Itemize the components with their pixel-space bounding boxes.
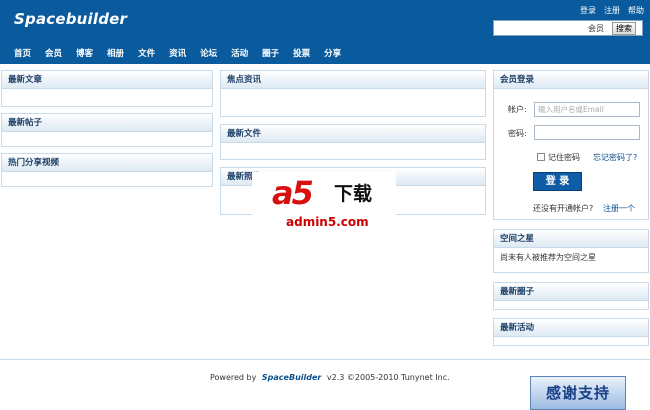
nav-album[interactable]: 相册 bbox=[107, 47, 124, 59]
search-scope-select[interactable]: 会员 bbox=[580, 23, 612, 34]
space-star-empty-text: 尚未有人被推荐为空间之星 bbox=[500, 253, 596, 262]
search-button[interactable]: 搜索 bbox=[612, 21, 636, 35]
nav-share[interactable]: 分享 bbox=[324, 47, 341, 59]
nav-groups[interactable]: 圈子 bbox=[262, 47, 279, 59]
thanks-banner[interactable]: 感谢支持 bbox=[530, 376, 626, 410]
watermark-logo: a5 bbox=[272, 174, 314, 212]
remember-checkbox[interactable] bbox=[537, 153, 545, 161]
top-links: 登录 注册 帮助 bbox=[580, 5, 644, 16]
nav-blog[interactable]: 博客 bbox=[76, 47, 93, 59]
panel-latest-posts: 最新帖子 bbox=[1, 113, 213, 147]
panel-title: 空间之星 bbox=[494, 230, 648, 248]
panel-title: 热门分享视频 bbox=[2, 154, 212, 172]
site-logo[interactable]: Spacebuilder bbox=[14, 10, 127, 28]
password-label: 密码: bbox=[508, 129, 527, 138]
watermark-url: admin5.com bbox=[286, 215, 369, 229]
panel-title: 最新帖子 bbox=[2, 114, 212, 132]
nav-files[interactable]: 文件 bbox=[138, 47, 155, 59]
nav-members[interactable]: 会员 bbox=[45, 47, 62, 59]
footer: Powered by SpaceBuilder v2.3 ©2005-2010 … bbox=[210, 373, 450, 382]
panel-latest-articles: 最新文章 bbox=[1, 70, 213, 107]
panel-space-star: 空间之星 尚未有人被推荐为空间之星 bbox=[493, 229, 649, 273]
footer-powered-by: Powered by bbox=[210, 373, 257, 382]
password-input[interactable] bbox=[534, 125, 640, 140]
no-account-text: 还没有开通帐户? bbox=[533, 204, 594, 213]
login-button[interactable]: 登 录 bbox=[533, 172, 582, 191]
remember-label: 记住密码 bbox=[548, 153, 580, 162]
main-nav: 首页 会员 博客 相册 文件 资讯 论坛 活动 圈子 投票 分享 bbox=[14, 47, 355, 59]
site-header: Spacebuilder 登录 注册 帮助 会员 搜索 首页 会员 博客 相册 … bbox=[0, 0, 650, 64]
panel-title: 最新文件 bbox=[221, 125, 485, 143]
remember-password[interactable]: 记住密码 bbox=[537, 152, 580, 163]
account-label: 帐户: bbox=[508, 105, 527, 114]
search-input[interactable] bbox=[494, 21, 580, 35]
register-one-link[interactable]: 注册一个 bbox=[603, 203, 635, 214]
panel-title: 最新圈子 bbox=[494, 283, 648, 301]
register-link[interactable]: 注册 bbox=[604, 5, 620, 16]
footer-brand[interactable]: SpaceBuilder bbox=[262, 373, 321, 382]
footer-version: v2.3 ©2005-2010 Tunynet Inc. bbox=[326, 373, 450, 382]
panel-latest-files: 最新文件 bbox=[220, 124, 486, 160]
help-link[interactable]: 帮助 bbox=[628, 5, 644, 16]
panel-title: 最新活动 bbox=[494, 319, 648, 337]
panel-hot-videos: 热门分享视频 bbox=[1, 153, 213, 187]
account-input[interactable]: 输入用户名或Email bbox=[534, 102, 640, 117]
forgot-password-link[interactable]: 忘记密码了? bbox=[593, 152, 637, 163]
panel-featured-news: 焦点资讯 bbox=[220, 70, 486, 117]
nav-home[interactable]: 首页 bbox=[14, 47, 31, 59]
panel-latest-groups: 最新圈子 bbox=[493, 282, 649, 310]
nav-news[interactable]: 资讯 bbox=[169, 47, 186, 59]
nav-forum[interactable]: 论坛 bbox=[200, 47, 217, 59]
login-link[interactable]: 登录 bbox=[580, 5, 596, 16]
panel-title: 最新文章 bbox=[2, 71, 212, 89]
footer-divider bbox=[0, 359, 650, 360]
nav-polls[interactable]: 投票 bbox=[293, 47, 310, 59]
panel-title: 会员登录 bbox=[494, 71, 648, 89]
watermark: a5 下载 admin5.com bbox=[252, 172, 396, 234]
search-bar: 会员 搜索 bbox=[493, 20, 643, 36]
login-panel: 会员登录 bbox=[493, 70, 649, 220]
panel-latest-events: 最新活动 bbox=[493, 318, 649, 346]
nav-events[interactable]: 活动 bbox=[231, 47, 248, 59]
watermark-download: 下载 bbox=[334, 183, 373, 205]
panel-title: 焦点资讯 bbox=[221, 71, 485, 89]
